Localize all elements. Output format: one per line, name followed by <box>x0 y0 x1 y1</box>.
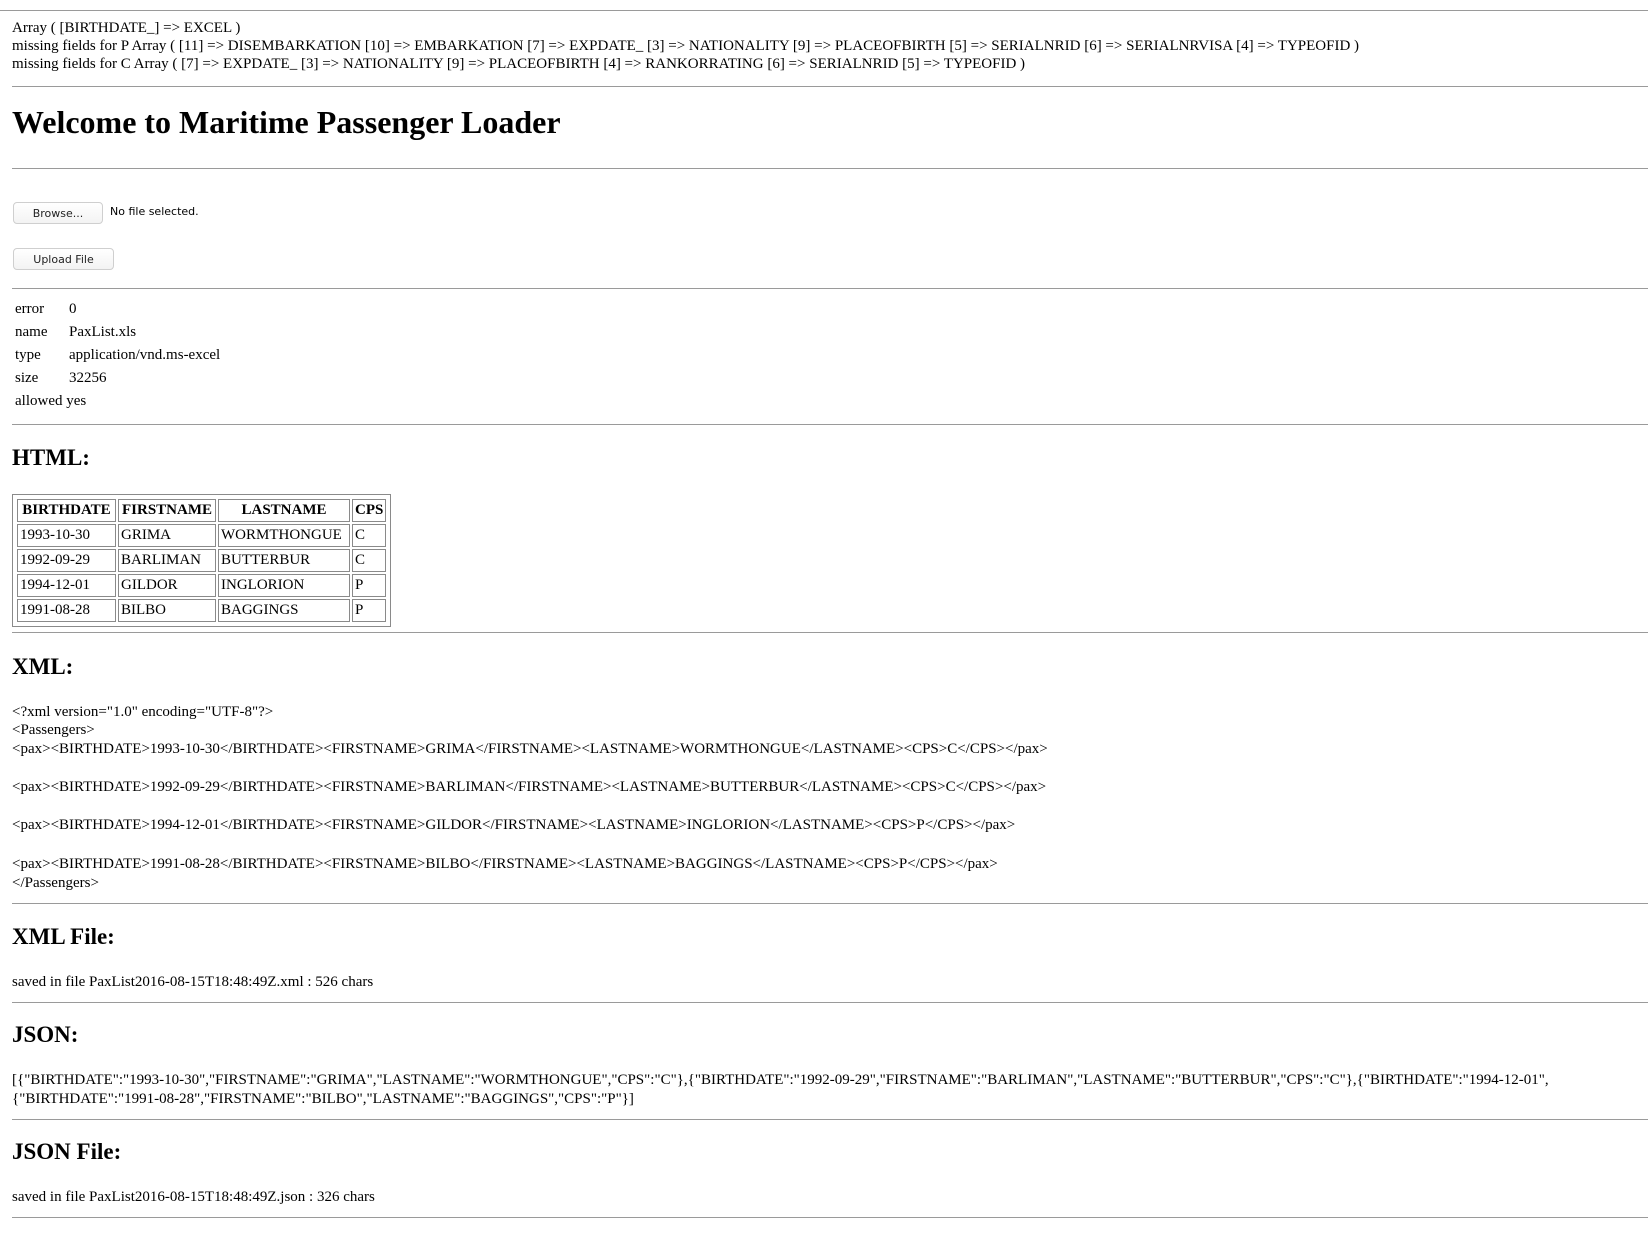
column-header-cps: CPS <box>352 499 387 522</box>
divider <box>12 903 1648 904</box>
section-heading-json: JSON: <box>12 1022 79 1047</box>
upload-file-button[interactable]: Upload File <box>13 248 114 270</box>
divider <box>12 168 1648 169</box>
table-cell: P <box>352 574 387 597</box>
passenger-table: BIRTHDATE FIRSTNAME LASTNAME CPS 1993-10… <box>12 494 392 627</box>
page-title: Welcome to Maritime Passenger Loader <box>12 104 561 140</box>
table-cell: P <box>352 599 387 622</box>
divider <box>12 86 1648 87</box>
column-header-birthdate: BIRTHDATE <box>17 499 116 522</box>
section-heading-json-file: JSON File: <box>12 1139 122 1164</box>
file-info-value: yes <box>66 393 87 409</box>
file-info-value: PaxList.xls <box>69 324 137 340</box>
table-cell: BILBO <box>118 599 216 622</box>
browse-button[interactable]: Browse... <box>13 202 103 224</box>
xml-pax-line: <pax><BIRTHDATE>1992-09-29</BIRTHDATE><F… <box>12 779 1047 795</box>
json-file-saved-text: saved in file PaxList2016-08-15T18:48:49… <box>12 1189 375 1205</box>
table-cell: GILDOR <box>118 574 216 597</box>
column-header-lastname: LASTNAME <box>218 499 350 522</box>
divider <box>12 1217 1648 1218</box>
table-cell: 1991-08-28 <box>17 599 116 622</box>
xml-close-tag: </Passengers> <box>12 875 99 891</box>
debug-line-1: Array ( [BIRTHDATE_] => EXCEL ) <box>12 20 241 36</box>
json-line-1: [{"BIRTHDATE":"1993-10-30","FIRSTNAME":"… <box>12 1072 1549 1088</box>
file-info-row: name PaxList.xls <box>15 321 220 344</box>
debug-line-2: missing fields for P Array ( [11] => DIS… <box>12 38 1360 54</box>
divider <box>12 1119 1648 1120</box>
file-info-row: type application/vnd.ms-excel <box>15 344 220 367</box>
table-row: 1993-10-30 GRIMA WORMTHONGUE C <box>17 524 387 547</box>
table-cell: 1992-09-29 <box>17 549 116 572</box>
file-info-value: 0 <box>69 301 77 317</box>
table-cell: BUTTERBUR <box>218 549 350 572</box>
column-header-firstname: FIRSTNAME <box>118 499 216 522</box>
json-line-2: {"BIRTHDATE":"1991-08-28","FIRSTNAME":"B… <box>12 1091 634 1107</box>
xml-pax-line: <pax><BIRTHDATE>1994-12-01</BIRTHDATE><F… <box>12 817 1016 833</box>
page: Array ( [BIRTHDATE_] => EXCEL ) missing … <box>0 0 1648 1248</box>
file-info-key: size <box>15 370 39 386</box>
divider <box>12 632 1648 633</box>
file-info-key: allowed <box>15 393 63 409</box>
xml-declaration: <?xml version="1.0" encoding="UTF-8"?> <box>12 704 274 720</box>
section-heading-html: HTML: <box>12 445 90 470</box>
divider <box>12 424 1648 425</box>
file-info-key: error <box>15 301 45 317</box>
debug-line-3: missing fields for C Array ( [7] => EXPD… <box>12 56 1026 72</box>
file-info-key: type <box>15 347 41 363</box>
table-cell: C <box>352 524 387 547</box>
table-cell: INGLORION <box>218 574 350 597</box>
section-heading-xml: XML: <box>12 654 74 679</box>
file-info-key: name <box>15 324 48 340</box>
table-cell: BARLIMAN <box>118 549 216 572</box>
table-cell: BAGGINGS <box>218 599 350 622</box>
table-row: 1994-12-01 GILDOR INGLORION P <box>17 574 387 597</box>
table-cell: WORMTHONGUE <box>218 524 350 547</box>
table-cell: 1993-10-30 <box>17 524 116 547</box>
file-info-value: 32256 <box>69 370 107 386</box>
table-row: 1991-08-28 BILBO BAGGINGS P <box>17 599 387 622</box>
xml-pax-line: <pax><BIRTHDATE>1991-08-28</BIRTHDATE><F… <box>12 856 998 872</box>
table-cell: 1994-12-01 <box>17 574 116 597</box>
divider <box>12 288 1648 289</box>
file-info-row: allowed yes <box>15 390 220 413</box>
table-cell: C <box>352 549 387 572</box>
section-heading-xml-file: XML File: <box>12 924 115 949</box>
file-info: error 0 name PaxList.xls type application/v… <box>15 298 220 413</box>
divider <box>0 10 1648 11</box>
xml-pax-line: <pax><BIRTHDATE>1993-10-30</BIRTHDATE><F… <box>12 741 1048 757</box>
no-file-selected-text: No file selected. <box>110 205 199 218</box>
divider <box>12 1002 1648 1003</box>
table-cell: GRIMA <box>118 524 216 547</box>
xml-file-saved-text: saved in file PaxList2016-08-15T18:48:49… <box>12 974 374 990</box>
table-row: 1992-09-29 BARLIMAN BUTTERBUR C <box>17 549 387 572</box>
file-info-value: application/vnd.ms-excel <box>69 347 221 363</box>
table-header-row: BIRTHDATE FIRSTNAME LASTNAME CPS <box>17 499 387 522</box>
file-info-row: error 0 <box>15 298 220 321</box>
file-info-row: size 32256 <box>15 367 220 390</box>
xml-open-tag: <Passengers> <box>12 722 95 738</box>
